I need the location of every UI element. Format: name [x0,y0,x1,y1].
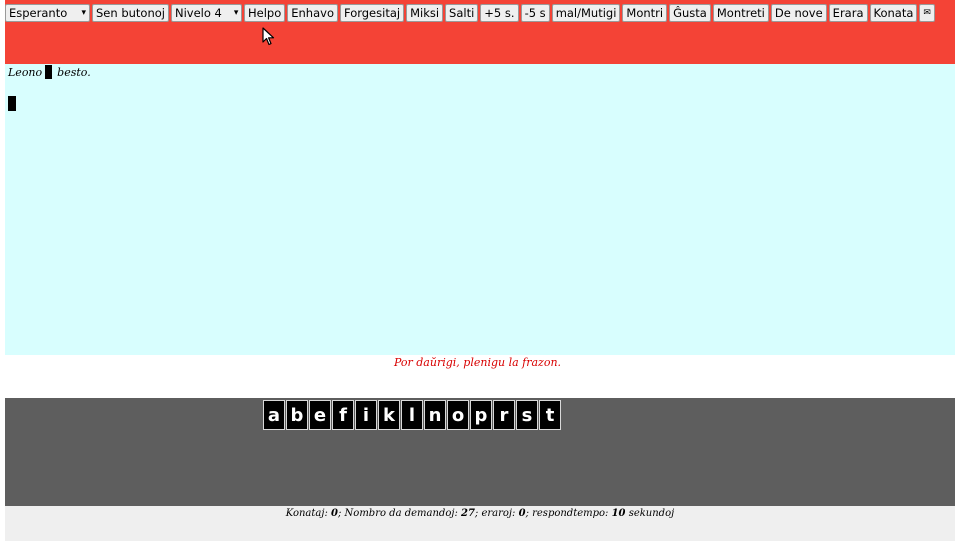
level-select-value: Nivelo 4 [174,6,222,20]
letter-keys: abefiklnoprst [263,400,561,430]
show-hint-button[interactable]: Montreti [712,4,769,22]
letter-keyboard: abefiklnoprst [5,398,955,506]
errors-label: ; eraroj: [474,508,519,519]
sentence-word-before: Leono [8,65,43,79]
response-time-label: ; respondtempo: [525,508,612,519]
sentence-word-after: besto. [57,65,91,79]
letter-key-l[interactable]: l [401,400,423,430]
restart-button[interactable]: De nove [770,4,827,22]
exercise-sentence: Leono besto. [8,65,91,79]
chevron-down-icon: ▾ [81,8,86,18]
letter-key-p[interactable]: p [470,400,492,430]
level-select[interactable]: Nivelo 4 ▾ [170,4,242,22]
shuffle-button[interactable]: Miksi [406,4,444,22]
wrong-button[interactable]: Erara [828,4,868,22]
errors-count: 0 [518,508,526,519]
letter-key-r[interactable]: r [493,400,515,430]
answer-blank[interactable] [45,65,53,79]
exercise-area[interactable]: Leono besto. [5,64,955,355]
letter-key-k[interactable]: k [378,400,400,430]
known-count: 0 [331,508,338,519]
question-count-label: ; Nombro da demandoj: [338,508,461,519]
letter-key-o[interactable]: o [447,400,469,430]
letter-key-e[interactable]: e [309,400,331,430]
letter-key-f[interactable]: f [332,400,354,430]
letter-key-i[interactable]: i [355,400,377,430]
language-select-value: Esperanto [9,6,68,20]
response-time-value: 10 [611,508,626,519]
letter-key-s[interactable]: s [516,400,538,430]
show-button[interactable]: Montri [622,4,668,22]
mute-button[interactable]: mal/Mutigi [551,4,621,22]
mail-icon-button[interactable]: ✉ [919,4,935,22]
known-button[interactable]: Konata [869,4,918,22]
hint-message: Por daŭrigi, plenigu la frazon. [393,356,562,369]
status-bar: Konataj: 0; Nombro da demandoj: 27; erar… [5,506,955,541]
contents-button[interactable]: Enhavo [287,4,338,22]
question-count: 27 [461,508,475,519]
minus-5s-button[interactable]: -5 s [520,4,550,22]
buttons-toggle-button[interactable]: Sen butonoj [92,4,169,22]
help-button[interactable]: Helpo [243,4,286,22]
letter-key-a[interactable]: a [263,400,285,430]
correct-button[interactable]: Ĝusta [669,4,711,22]
forgotten-button[interactable]: Forgesitaj [339,4,405,22]
text-caret [8,96,16,111]
toolbar: Esperanto ▾ Sen butonoj Nivelo 4 ▾ Helpo… [5,4,935,22]
response-time-unit: sekundoj [625,508,675,519]
letter-key-t[interactable]: t [539,400,561,430]
plus-5s-button[interactable]: +5 s. [480,4,519,22]
chevron-down-icon: ▾ [233,8,239,18]
known-label: Konataj: [285,508,332,519]
letter-key-n[interactable]: n [424,400,446,430]
mouse-pointer-icon [262,27,275,46]
letter-key-b[interactable]: b [286,400,308,430]
language-select[interactable]: Esperanto ▾ [5,4,90,22]
skip-button[interactable]: Salti [445,4,479,22]
